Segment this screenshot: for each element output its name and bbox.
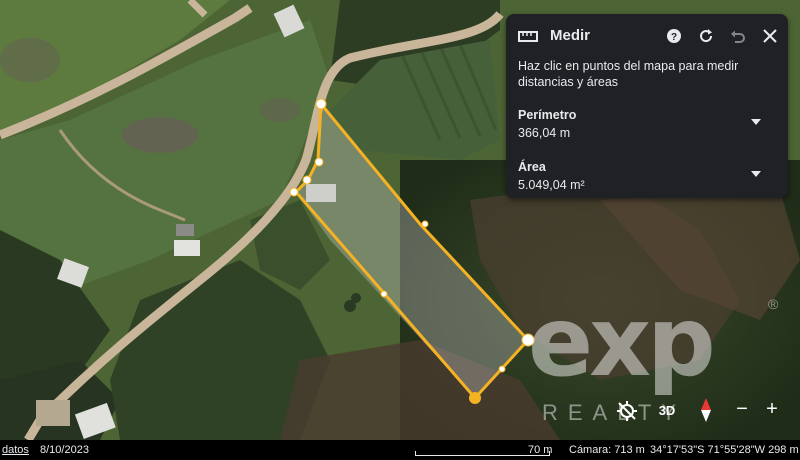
close-icon bbox=[763, 29, 777, 43]
coordinates-text: 34°17'53"S 71°55'28"W bbox=[650, 444, 765, 456]
measure-panel: Medir ? Haz clic en puntos del mapa para… bbox=[506, 14, 788, 198]
imagery-date: 8/10/2023 bbox=[40, 444, 89, 456]
toggle-3d-button[interactable]: 3D bbox=[654, 400, 680, 420]
status-bar: datos 8/10/2023 70 m Cámara: 713 m 34°17… bbox=[0, 440, 800, 460]
refresh-icon bbox=[700, 29, 713, 43]
data-attribution-link[interactable]: datos bbox=[2, 444, 29, 456]
perimeter-label: Perímetro bbox=[518, 108, 577, 122]
ruler-icon bbox=[517, 26, 539, 46]
measure-hint: Haz clic en puntos del mapa para medir d… bbox=[518, 59, 739, 89]
area-value: 5.049,04 m² bbox=[518, 178, 585, 192]
area-label: Área bbox=[518, 160, 546, 174]
caret-down-icon bbox=[751, 171, 761, 177]
elevation-text: 298 m bbox=[768, 444, 799, 456]
watermark-brand: exp bbox=[528, 286, 716, 398]
compass-needle-icon bbox=[701, 398, 711, 422]
close-button[interactable] bbox=[758, 24, 782, 48]
location-button[interactable] bbox=[614, 398, 640, 424]
camera-altitude: Cámara: 713 m bbox=[569, 444, 645, 456]
help-button[interactable]: ? bbox=[662, 24, 686, 48]
svg-text:?: ? bbox=[671, 32, 677, 43]
caret-down-icon bbox=[751, 119, 761, 125]
compass-button[interactable] bbox=[698, 396, 714, 424]
perimeter-value: 366,04 m bbox=[518, 126, 571, 140]
scale-label: 70 m bbox=[528, 444, 553, 456]
measure-panel-header: Medir ? bbox=[506, 24, 788, 48]
measure-panel-title: Medir bbox=[550, 27, 591, 44]
area-row[interactable]: Área 5.049,04 m² bbox=[518, 160, 776, 196]
help-icon: ? bbox=[667, 29, 681, 43]
reset-measure-button[interactable] bbox=[694, 24, 718, 48]
perimeter-row[interactable]: Perímetro 366,04 m bbox=[518, 108, 776, 144]
cursor-coordinates: 34°17'53"S 71°55'28"W 298 m bbox=[650, 444, 799, 456]
undo-icon bbox=[731, 30, 745, 43]
undo-button[interactable] bbox=[726, 24, 750, 48]
zoom-in-button[interactable]: + bbox=[761, 398, 783, 420]
crosshair-off-icon bbox=[617, 401, 637, 421]
watermark-registered: ® bbox=[768, 296, 779, 312]
zoom-out-button[interactable]: − bbox=[731, 398, 753, 420]
